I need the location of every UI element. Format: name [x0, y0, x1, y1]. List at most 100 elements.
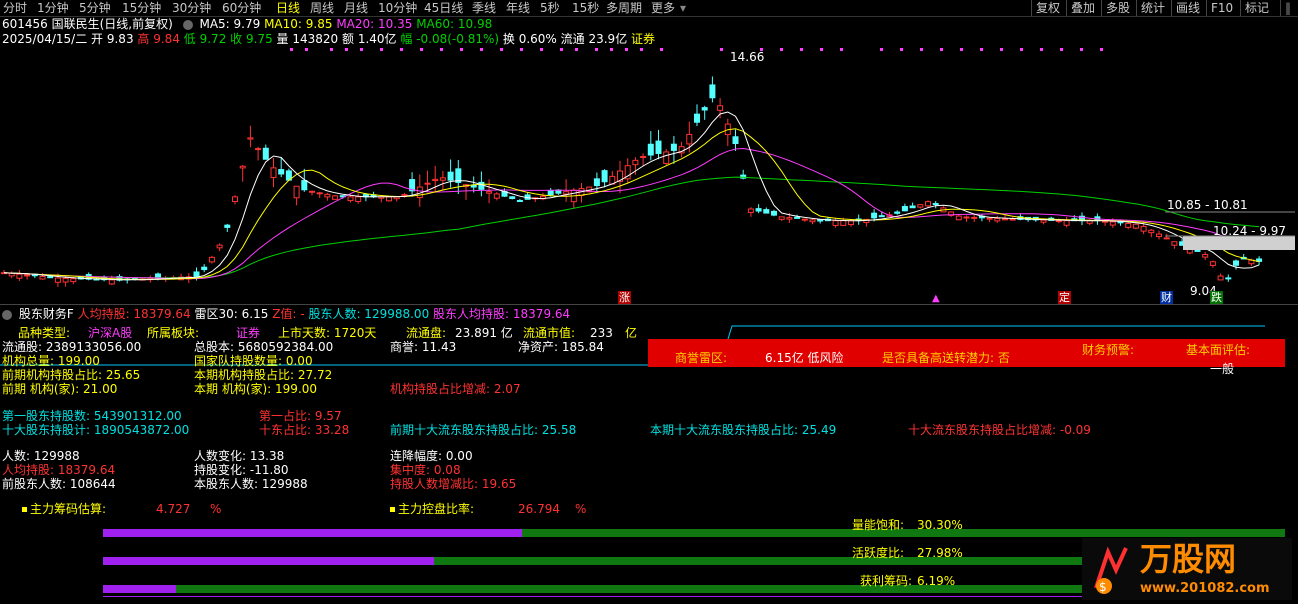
huoyue-label: 活跃度比:: [852, 546, 905, 560]
main-chips-row: 主力筹码估算:: [22, 502, 106, 516]
bookmark-button[interactable]: 标记: [1240, 0, 1269, 16]
candle-body: [232, 196, 238, 203]
ding-marker[interactable]: 定: [1058, 291, 1071, 305]
fuquan-button[interactable]: 复权: [1031, 0, 1060, 16]
candle-body: [1233, 260, 1239, 266]
tab-multi-period[interactable]: 多周期: [606, 0, 642, 16]
candle-body: [347, 196, 354, 202]
holder-count: 人数: 129988: [2, 449, 80, 463]
control-ratio-unit: %: [575, 502, 587, 516]
candle-body: [493, 193, 500, 199]
holder-change: 人数变化: 13.38: [194, 449, 285, 463]
candle-body: [301, 180, 308, 191]
stats-button[interactable]: 统计: [1136, 0, 1165, 16]
indicator-name[interactable]: 股东财务F: [19, 307, 74, 321]
tab-60min[interactable]: 60分钟: [222, 0, 261, 16]
signal-dot: [960, 48, 963, 51]
top10-shares: 十大股东持股计: 1890543872.00: [2, 423, 190, 437]
f10-button[interactable]: F10: [1206, 0, 1233, 16]
candle-body: [801, 218, 808, 221]
tab-year[interactable]: 年线: [506, 0, 530, 16]
tab-10min[interactable]: 10分钟: [378, 0, 417, 16]
candle-body: [332, 195, 339, 200]
tab-5sec[interactable]: 5秒: [540, 0, 560, 16]
signal-dot: [625, 48, 628, 51]
candle-body: [809, 219, 816, 223]
draw-line-button[interactable]: 画线: [1171, 0, 1200, 16]
candle-body: [686, 133, 693, 145]
liangneng-value: 30.30%: [917, 518, 963, 532]
candle-body: [663, 151, 670, 164]
die-marker[interactable]: 跌: [1210, 291, 1223, 305]
kline-chart[interactable]: [0, 46, 1298, 308]
signal-dot: [720, 48, 723, 51]
candle-body: [386, 196, 392, 202]
signal-dot: [400, 48, 403, 51]
multi-stock-button[interactable]: 多股: [1101, 0, 1130, 16]
candle-body: [1040, 219, 1047, 223]
tab-daily[interactable]: 日线: [276, 0, 300, 16]
candle-body: [547, 190, 554, 196]
fundamental-value: 一般: [1210, 362, 1235, 376]
candle-body: [894, 211, 901, 214]
tab-30min[interactable]: 30分钟: [172, 0, 211, 16]
tab-15sec[interactable]: 15秒: [572, 0, 599, 16]
header-holders: 股东人数: 129988.00: [308, 307, 430, 321]
national-team: 国家队持股数量: 0.00: [194, 354, 313, 368]
ma10-line: [3, 128, 1260, 280]
tab-5min[interactable]: 5分钟: [79, 0, 111, 16]
candle-body: [971, 216, 978, 219]
huoyue-value: 27.98%: [917, 546, 963, 560]
logo-text: 万股网: [1140, 540, 1237, 578]
cur-inst-ratio: 本期机构持股占比: 27.72: [194, 368, 333, 382]
candle-body: [986, 217, 993, 220]
tab-15min[interactable]: 15分钟: [122, 0, 161, 16]
candle-body: [963, 216, 970, 219]
menu-icon[interactable]: ‖: [1280, 0, 1291, 16]
float-shares: 流通股: 2389133056.00: [2, 340, 142, 354]
candle-body: [1225, 277, 1232, 280]
float-mv-unit: 亿: [625, 326, 638, 340]
collapse-circle-icon[interactable]: [182, 19, 193, 30]
tab-more[interactable]: 更多: [651, 0, 675, 16]
avg-holding: 人均持股: 18379.64: [2, 463, 116, 477]
float-mv-label: 流通市值:: [523, 326, 576, 340]
total-shares: 总股本: 5680592384.00: [194, 340, 334, 354]
candle-body: [247, 137, 254, 140]
overlay-button[interactable]: 叠加: [1066, 0, 1095, 16]
candle-body: [786, 217, 793, 220]
sector-label: 所属板块:: [147, 326, 200, 340]
high-price-label: 14.66: [730, 50, 765, 64]
candle-body: [994, 218, 1001, 222]
signal-dot: [880, 48, 883, 51]
header-avg-hold: 人均持股: 18379.64: [77, 307, 191, 321]
cai-marker[interactable]: 财: [1160, 291, 1173, 305]
candle-body: [293, 185, 300, 199]
signal-dot: [920, 48, 923, 51]
tab-1min[interactable]: 1分钟: [37, 0, 69, 16]
candle-body: [1140, 225, 1147, 232]
tab-monthly[interactable]: 月线: [344, 0, 368, 16]
signal-dot: [640, 48, 643, 51]
tab-quarter[interactable]: 季线: [472, 0, 496, 16]
candle-body: [1002, 218, 1008, 221]
signal-dot: [610, 48, 613, 51]
quote-sector: 证券: [631, 32, 656, 46]
tab-fenshi[interactable]: 分时: [3, 0, 27, 16]
ma60-label: MA60: 10.98: [416, 17, 493, 31]
tab-45day[interactable]: 45日线: [424, 0, 463, 16]
tab-weekly[interactable]: 周线: [310, 0, 334, 16]
finance-warning-label: 财务预警:: [1082, 343, 1135, 357]
more-arrow-icon[interactable]: ▾: [680, 0, 686, 16]
collapse-circle-icon[interactable]: [2, 309, 12, 320]
candle-body: [593, 178, 600, 187]
type-label: 品种类型:: [18, 326, 71, 340]
huoyue-bar-fill: [103, 557, 434, 565]
quote-float: 流通 23.9亿: [560, 32, 628, 46]
zhang-marker[interactable]: 涨: [618, 291, 631, 305]
goodwill: 商誉: 11.43: [390, 340, 457, 354]
candle-body: [755, 208, 762, 212]
quote-close: 收 9.75: [230, 32, 273, 46]
candle-body: [1148, 229, 1155, 234]
candle-body: [717, 105, 724, 111]
